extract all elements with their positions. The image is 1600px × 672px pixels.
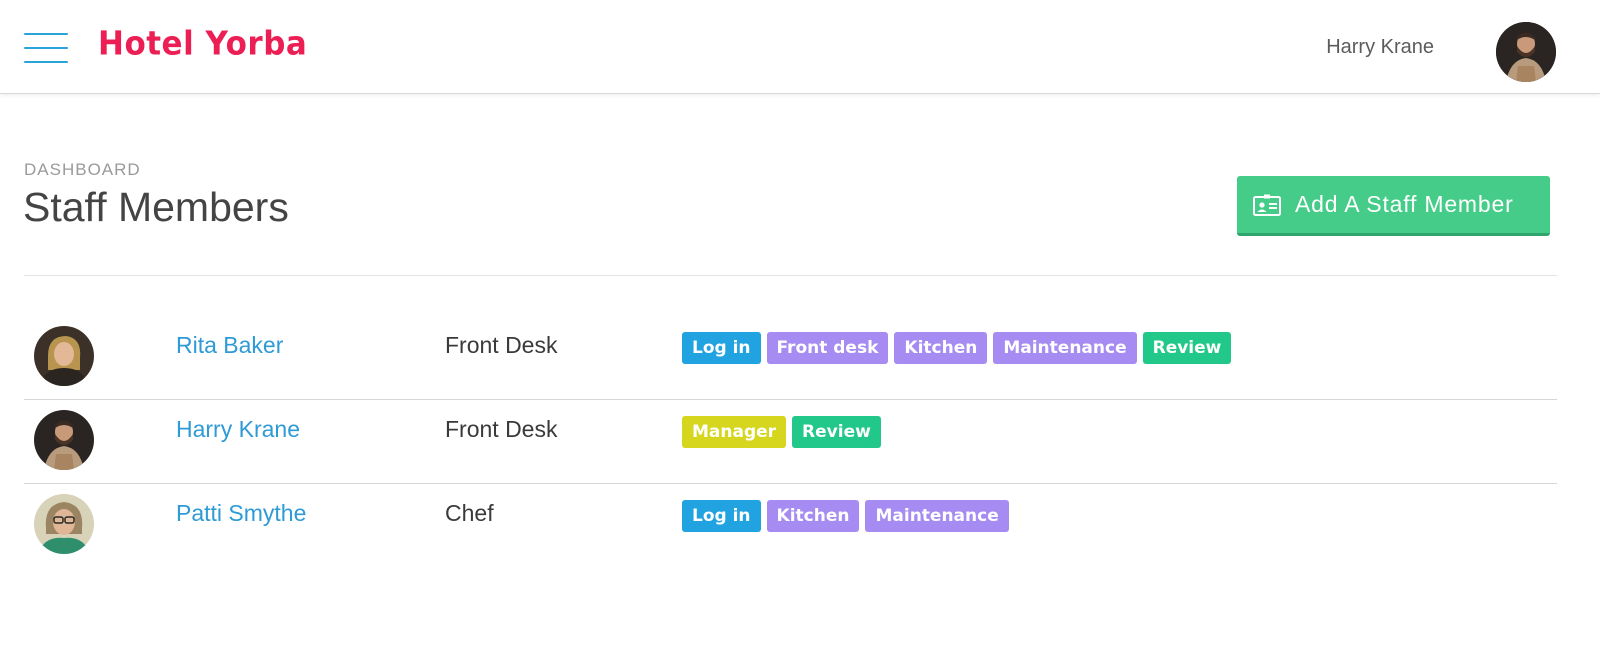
tag-front-desk[interactable]: Front desk: [766, 332, 889, 364]
current-user-name[interactable]: Harry Krane: [1326, 36, 1434, 59]
hamburger-menu-icon[interactable]: [24, 33, 68, 63]
tag-log-in[interactable]: Log in: [682, 332, 761, 364]
tag-log-in[interactable]: Log in: [682, 500, 761, 532]
brand-logo[interactable]: Hotel Yorba: [98, 25, 307, 63]
add-staff-member-label: Add A Staff Member: [1295, 191, 1514, 217]
table-row: Harry Krane Front Desk Manager Review: [24, 400, 1557, 484]
top-navbar: Hotel Yorba Harry Krane: [0, 0, 1600, 94]
staff-department: Front Desk: [445, 332, 558, 358]
tag-maintenance[interactable]: Maintenance: [865, 500, 1009, 532]
staff-name-link[interactable]: Harry Krane: [176, 416, 300, 443]
id-card-icon: [1253, 194, 1281, 216]
table-row: Rita Baker Front Desk Log in Front desk …: [24, 316, 1557, 400]
tag-review[interactable]: Review: [1142, 332, 1232, 364]
staff-table: Rita Baker Front Desk Log in Front desk …: [24, 316, 1557, 568]
tag-maintenance[interactable]: Maintenance: [993, 332, 1137, 364]
staff-permission-tags: Manager Review: [682, 416, 881, 448]
table-row: Patti Smythe Chef Log in Kitchen Mainten…: [24, 484, 1557, 568]
staff-department: Front Desk: [445, 416, 558, 442]
tag-kitchen[interactable]: Kitchen: [766, 500, 860, 532]
staff-department: Chef: [445, 500, 494, 526]
staff-name-link[interactable]: Rita Baker: [176, 332, 283, 359]
page-title: Staff Members: [23, 184, 289, 230]
current-user-avatar[interactable]: [1496, 22, 1556, 82]
tag-review[interactable]: Review: [792, 416, 881, 448]
breadcrumb[interactable]: DASHBOARD: [24, 160, 141, 180]
staff-permission-tags: Log in Kitchen Maintenance: [682, 500, 1009, 532]
tag-kitchen[interactable]: Kitchen: [894, 332, 988, 364]
staff-permission-tags: Log in Front desk Kitchen Maintenance Re…: [682, 332, 1232, 364]
header-divider: [24, 275, 1557, 276]
staff-avatar[interactable]: [34, 494, 94, 554]
staff-name-link[interactable]: Patti Smythe: [176, 500, 306, 527]
staff-avatar[interactable]: [34, 410, 94, 470]
staff-avatar[interactable]: [34, 326, 94, 386]
tag-manager[interactable]: Manager: [682, 416, 787, 448]
add-staff-member-button[interactable]: Add A Staff Member: [1237, 176, 1550, 236]
